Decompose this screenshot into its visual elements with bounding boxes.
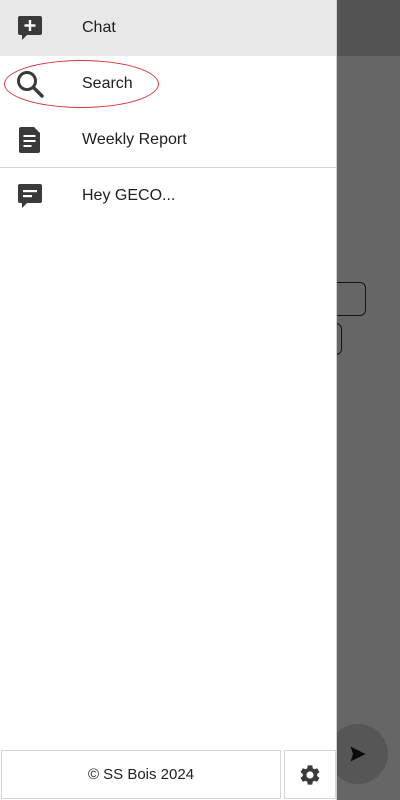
copyright-text: © SS Bois 2024 bbox=[87, 766, 195, 783]
search-icon bbox=[15, 69, 45, 99]
drawer-item-weekly-report[interactable]: Weekly Report bbox=[0, 112, 336, 168]
chat-plus-icon bbox=[15, 13, 45, 43]
drawer-item-label: Chat bbox=[82, 19, 116, 36]
document-icon bbox=[15, 125, 45, 155]
gear-icon bbox=[300, 764, 320, 785]
drawer-item-label: Hey GECO... bbox=[82, 187, 176, 204]
drawer-item-label: Weekly Report bbox=[82, 131, 187, 148]
drawer-item-label: Search bbox=[82, 75, 133, 92]
footer-copyright: © SS Bois 2024 bbox=[1, 750, 281, 799]
settings-button[interactable] bbox=[284, 750, 336, 799]
drawer-item-search[interactable]: Search bbox=[0, 56, 336, 112]
navigation-drawer: Chat Search Weekly Report Hey GECO... © … bbox=[0, 0, 337, 800]
chat-bubble-icon bbox=[15, 181, 45, 211]
screen: e Chat bbox=[0, 0, 400, 800]
drawer-item-hey-geco[interactable]: Hey GECO... bbox=[0, 168, 336, 224]
drawer-item-chat[interactable]: Chat bbox=[0, 0, 336, 56]
